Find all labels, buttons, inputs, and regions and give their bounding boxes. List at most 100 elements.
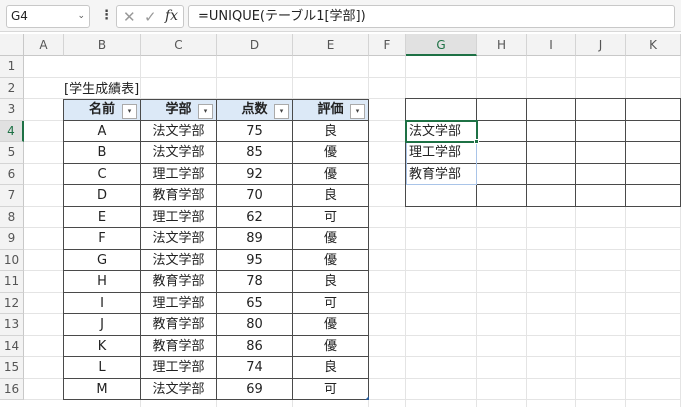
table-title[interactable]: [学生成績表] (64, 79, 139, 100)
fill-handle[interactable] (474, 139, 479, 144)
table-cell[interactable]: B (64, 142, 141, 164)
table-cell[interactable]: I (64, 292, 141, 314)
row-header-5[interactable]: 5 (0, 142, 24, 164)
filter-dropdown-icon[interactable]: ▾ (274, 104, 289, 119)
result-grid-cell[interactable] (527, 99, 576, 121)
select-all-button[interactable] (0, 34, 24, 56)
table-cell[interactable]: 理工学部 (141, 357, 217, 379)
table-cell[interactable]: 89 (217, 228, 293, 250)
unique-value-cell[interactable]: 理工学部 (406, 142, 477, 164)
result-grid-cell[interactable] (626, 185, 681, 207)
table-cell[interactable]: H (64, 271, 141, 293)
result-grid-cell[interactable] (626, 120, 681, 142)
result-grid-cell[interactable] (626, 99, 681, 121)
table-cell[interactable]: G (64, 249, 141, 271)
row-header-16[interactable]: 16 (0, 378, 24, 400)
row-header-2[interactable]: 2 (0, 77, 24, 99)
row-header-11[interactable]: 11 (0, 271, 24, 293)
table-cell[interactable]: 可 (293, 206, 369, 228)
table-cell[interactable]: 理工学部 (141, 206, 217, 228)
column-header-i[interactable]: I (527, 34, 576, 56)
column-header-d[interactable]: D (217, 34, 293, 56)
table-cell[interactable]: A (64, 120, 141, 142)
result-grid-cell[interactable] (626, 163, 681, 185)
table-cell[interactable]: L (64, 357, 141, 379)
filter-dropdown-icon[interactable]: ▾ (198, 104, 213, 119)
result-grid-cell[interactable] (576, 120, 626, 142)
insert-function-icon[interactable]: fx (165, 8, 178, 24)
column-header-g[interactable]: G (406, 34, 477, 56)
table-cell[interactable]: J (64, 314, 141, 336)
row-header-12[interactable]: 12 (0, 292, 24, 314)
result-grid-cell[interactable] (527, 185, 576, 207)
row-header-13[interactable]: 13 (0, 314, 24, 336)
row-header-10[interactable]: 10 (0, 249, 24, 271)
table-cell[interactable]: C (64, 163, 141, 185)
table-cell[interactable]: 80 (217, 314, 293, 336)
result-grid-cell[interactable] (477, 142, 527, 164)
result-grid-cell[interactable] (406, 99, 477, 121)
result-grid-cell[interactable] (477, 120, 527, 142)
table-cell[interactable]: 75 (217, 120, 293, 142)
active-cell-outline[interactable] (405, 119, 478, 143)
result-grid-cell[interactable] (477, 185, 527, 207)
row-header-6[interactable]: 6 (0, 163, 24, 185)
table-cell[interactable]: 可 (293, 292, 369, 314)
table-cell[interactable]: 78 (217, 271, 293, 293)
result-grid-cell[interactable] (527, 163, 576, 185)
table-cell[interactable]: 65 (217, 292, 293, 314)
row-header-4[interactable]: 4 (0, 120, 24, 142)
table-cell[interactable]: 85 (217, 142, 293, 164)
column-header-a[interactable]: A (24, 34, 64, 56)
table-cell[interactable]: 優 (293, 335, 369, 357)
result-grid-cell[interactable] (576, 163, 626, 185)
table-cell[interactable]: 教育学部 (141, 335, 217, 357)
table-header-cell[interactable]: 名前 ▾ (64, 99, 141, 121)
table-cell[interactable]: 92 (217, 163, 293, 185)
table-cell[interactable]: K (64, 335, 141, 357)
table-cell[interactable]: 教育学部 (141, 314, 217, 336)
column-header-e[interactable]: E (293, 34, 369, 56)
row-header-3[interactable]: 3 (0, 99, 24, 121)
row-header-9[interactable]: 9 (0, 228, 24, 250)
table-cell[interactable]: 法文学部 (141, 249, 217, 271)
result-grid-cell[interactable] (527, 120, 576, 142)
column-header-j[interactable]: J (576, 34, 626, 56)
table-cell[interactable]: D (64, 185, 141, 207)
cancel-icon[interactable]: ✕ (123, 8, 136, 26)
result-grid-cell[interactable] (626, 142, 681, 164)
table-cell[interactable]: F (64, 228, 141, 250)
more-options-icon[interactable]: ⋮ (100, 6, 113, 26)
filter-dropdown-icon[interactable]: ▾ (122, 104, 137, 119)
table-cell[interactable]: M (64, 378, 141, 400)
table-cell[interactable]: E (64, 206, 141, 228)
table-cell[interactable]: 良 (293, 185, 369, 207)
table-header-cell[interactable]: 学部 ▾ (141, 99, 217, 121)
table-cell[interactable]: 良 (293, 271, 369, 293)
table-cell[interactable]: 優 (293, 163, 369, 185)
table-cell[interactable]: 可 (293, 378, 369, 400)
row-header-14[interactable]: 14 (0, 335, 24, 357)
table-cell[interactable]: 理工学部 (141, 163, 217, 185)
table-cell[interactable]: 法文学部 (141, 378, 217, 400)
name-box[interactable]: G4 ⌄ (6, 5, 90, 28)
table-cell[interactable]: 優 (293, 314, 369, 336)
result-grid-cell[interactable] (477, 163, 527, 185)
table-cell[interactable]: 優 (293, 142, 369, 164)
column-header-c[interactable]: C (141, 34, 217, 56)
table-header-cell[interactable]: 点数 ▾ (217, 99, 293, 121)
table-cell[interactable]: 優 (293, 249, 369, 271)
chevron-down-icon[interactable]: ⌄ (77, 6, 85, 27)
table-cell[interactable]: 理工学部 (141, 292, 217, 314)
column-header-k[interactable]: K (626, 34, 681, 56)
table-cell[interactable]: 法文学部 (141, 142, 217, 164)
table-cell[interactable]: 教育学部 (141, 185, 217, 207)
column-header-f[interactable]: F (369, 34, 406, 56)
result-grid-cell[interactable] (527, 142, 576, 164)
table-cell[interactable]: 教育学部 (141, 271, 217, 293)
unique-value-cell[interactable]: 教育学部 (406, 164, 477, 186)
table-resize-handle[interactable] (365, 396, 369, 400)
table-cell[interactable]: 86 (217, 335, 293, 357)
table-cell[interactable]: 法文学部 (141, 120, 217, 142)
column-header-b[interactable]: B (64, 34, 141, 56)
